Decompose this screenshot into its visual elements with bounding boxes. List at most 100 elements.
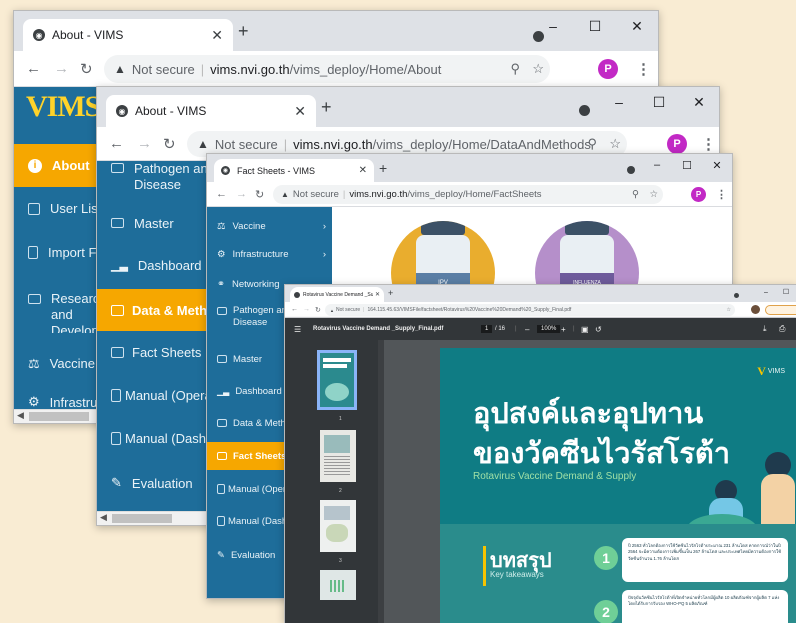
profile-avatar[interactable]: P [691,187,706,202]
close-tab-icon[interactable]: ✕ [294,103,306,120]
bar-chart-icon: ▁▃ [111,259,128,272]
maximize-button[interactable]: ☐ [672,154,702,176]
tab-title: About - VIMS [135,104,207,118]
scroll-left-arrow[interactable]: ◀ [17,410,24,421]
scrollbar-thumb[interactable] [112,514,172,523]
back-icon[interactable]: ← [216,188,227,200]
thumbnail-number: 3 [339,558,342,564]
browser-window-pdf: Rotavirus Vaccine Demand _Sup ✕ + – ☐ ← … [284,284,796,623]
forward-icon[interactable]: → [137,135,152,152]
browser-tab[interactable]: ◉ About - VIMS ✕ [106,95,316,127]
minimize-button[interactable]: – [756,285,776,299]
takeaway-number-2: 2 [594,600,618,623]
logo-text: VIMS [26,90,101,123]
profile-avatar[interactable]: P [667,134,687,154]
bookmark-star-icon[interactable]: ☆ [649,189,658,200]
fit-page-icon[interactable]: ▣ [581,325,589,334]
close-window-button[interactable]: ✕ [679,87,719,117]
rotate-icon[interactable]: ↺ [595,325,602,334]
new-tab-button[interactable]: + [321,97,332,118]
zoom-out-button[interactable]: – [525,325,529,334]
profile-avatar[interactable] [751,305,760,314]
close-tab-icon[interactable]: ✕ [359,165,367,176]
sidebar-item-infrastructure[interactable]: ⚙ Infrastructure › [207,241,332,267]
maximize-button[interactable]: ☐ [776,285,796,299]
update-pill[interactable] [765,305,796,315]
address-toolbar: ← → ↻ ▲ Not secure | vims.nvi.go.th /vim… [14,51,658,87]
profile-avatar[interactable]: P [598,59,618,79]
reload-icon[interactable]: ↻ [315,306,321,314]
media-record-icon[interactable] [734,293,739,298]
print-icon[interactable]: ⎙ [779,324,785,334]
not-secure-label: Not secure [292,189,339,200]
sidebar-item-label: Vaccine [49,356,95,371]
pdf-page: V VIMS อุปสงค์และอุปทาน ของวัคซีนไวรัสโร… [440,348,796,623]
address-bar[interactable]: ▲ Not secure | vims.nvi.go.th /vims_depl… [104,55,550,83]
media-record-icon[interactable] [627,166,635,174]
bookmark-star-icon[interactable]: ☆ [609,136,621,152]
download-icon[interactable]: ⤓ [763,324,767,334]
back-icon[interactable]: ← [109,135,124,152]
menu-kebab-icon[interactable]: ⋮ [701,135,716,153]
minimize-button[interactable]: – [532,11,574,41]
reload-icon[interactable]: ↻ [80,60,93,78]
zoom-icon[interactable]: ⚲ [587,136,597,152]
zoom-icon[interactable]: ⚲ [632,189,639,200]
maximize-button[interactable]: ☐ [639,87,679,117]
warning-icon: ▲ [197,137,209,151]
bar-chart-icon: ▁▃ [217,386,230,396]
page-thumbnail[interactable] [320,500,356,552]
reload-icon[interactable]: ↻ [255,188,264,201]
close-window-button[interactable]: ✕ [616,11,658,41]
pdf-zoom-input[interactable]: 100% [537,325,561,333]
forward-icon[interactable]: → [303,306,310,313]
scroll-left-arrow[interactable]: ◀ [100,512,107,523]
bookmark-star-icon[interactable]: ☆ [727,307,731,313]
browser-tab[interactable]: ◉ Fact Sheets - VIMS ✕ [214,159,374,182]
url-path: /vims_deploy/Home/About [289,61,442,77]
forward-icon[interactable]: → [236,188,247,200]
page-thumbnail[interactable] [320,430,356,482]
media-record-icon[interactable] [579,105,590,116]
wrench-icon: ⚙ [217,248,226,260]
back-icon[interactable]: ← [26,60,41,77]
pdf-page-input[interactable]: 1 [481,325,493,333]
maximize-button[interactable]: ☐ [574,11,616,41]
back-icon[interactable]: ← [291,306,298,313]
research-icon [28,294,41,304]
address-bar[interactable]: ▲ Not secure | 164.115.45.63/VIMSFile/fa… [325,304,735,316]
takeaway-card-1: ปี 2563 ทั่วโลกต้องการใช้วัคซีนไวรัสโรต้… [622,538,788,582]
new-tab-button[interactable]: + [388,288,393,298]
new-tab-button[interactable]: + [238,21,249,42]
close-window-button[interactable]: ✕ [702,154,732,176]
page-thumbnail[interactable] [320,570,356,600]
bookmark-star-icon[interactable]: ☆ [532,61,544,77]
page-thumbnail[interactable] [317,350,357,410]
sidebar-item-vaccine[interactable]: ⚖ Vaccine › [207,213,332,239]
pathogen-icon [111,163,124,173]
menu-kebab-icon[interactable]: ⋮ [636,60,651,78]
zoom-in-button[interactable]: + [561,325,566,334]
menu-kebab-icon[interactable]: ⋮ [716,188,727,201]
takeaway-text-2: ปัจจุบันวัคซีนไวรัสโรต้าที่เปิดจำหน่ายทั… [628,595,780,607]
globe-icon: ◉ [116,105,128,117]
pdf-menu-icon[interactable]: ☰ [294,325,301,334]
address-bar[interactable]: ▲ Not secure | vims.nvi.go.th /vims_depl… [273,185,663,204]
pdf-vertical-scrollbar[interactable] [378,340,384,623]
new-tab-button[interactable]: + [379,160,387,176]
pdf-page-total: / 16 [495,326,506,332]
book-icon [111,388,121,402]
reload-icon[interactable]: ↻ [163,135,176,153]
thumbnail-number: 1 [339,416,342,422]
minimize-button[interactable]: – [599,87,639,117]
minimize-button[interactable]: – [642,154,672,176]
close-tab-icon[interactable]: ✕ [211,27,223,44]
browser-tab[interactable]: Rotavirus Vaccine Demand _Sup ✕ [290,287,384,302]
scrollbar-thumb[interactable] [29,412,89,421]
url-text: 164.115.45.63/VIMSFile/factsheet/Rotavir… [367,307,572,313]
book-icon [111,431,121,445]
browser-tab[interactable]: ◉ About - VIMS ✕ [23,19,233,51]
forward-icon[interactable]: → [54,60,69,77]
close-tab-icon[interactable]: ✕ [375,291,380,298]
zoom-icon[interactable]: ⚲ [510,61,520,77]
